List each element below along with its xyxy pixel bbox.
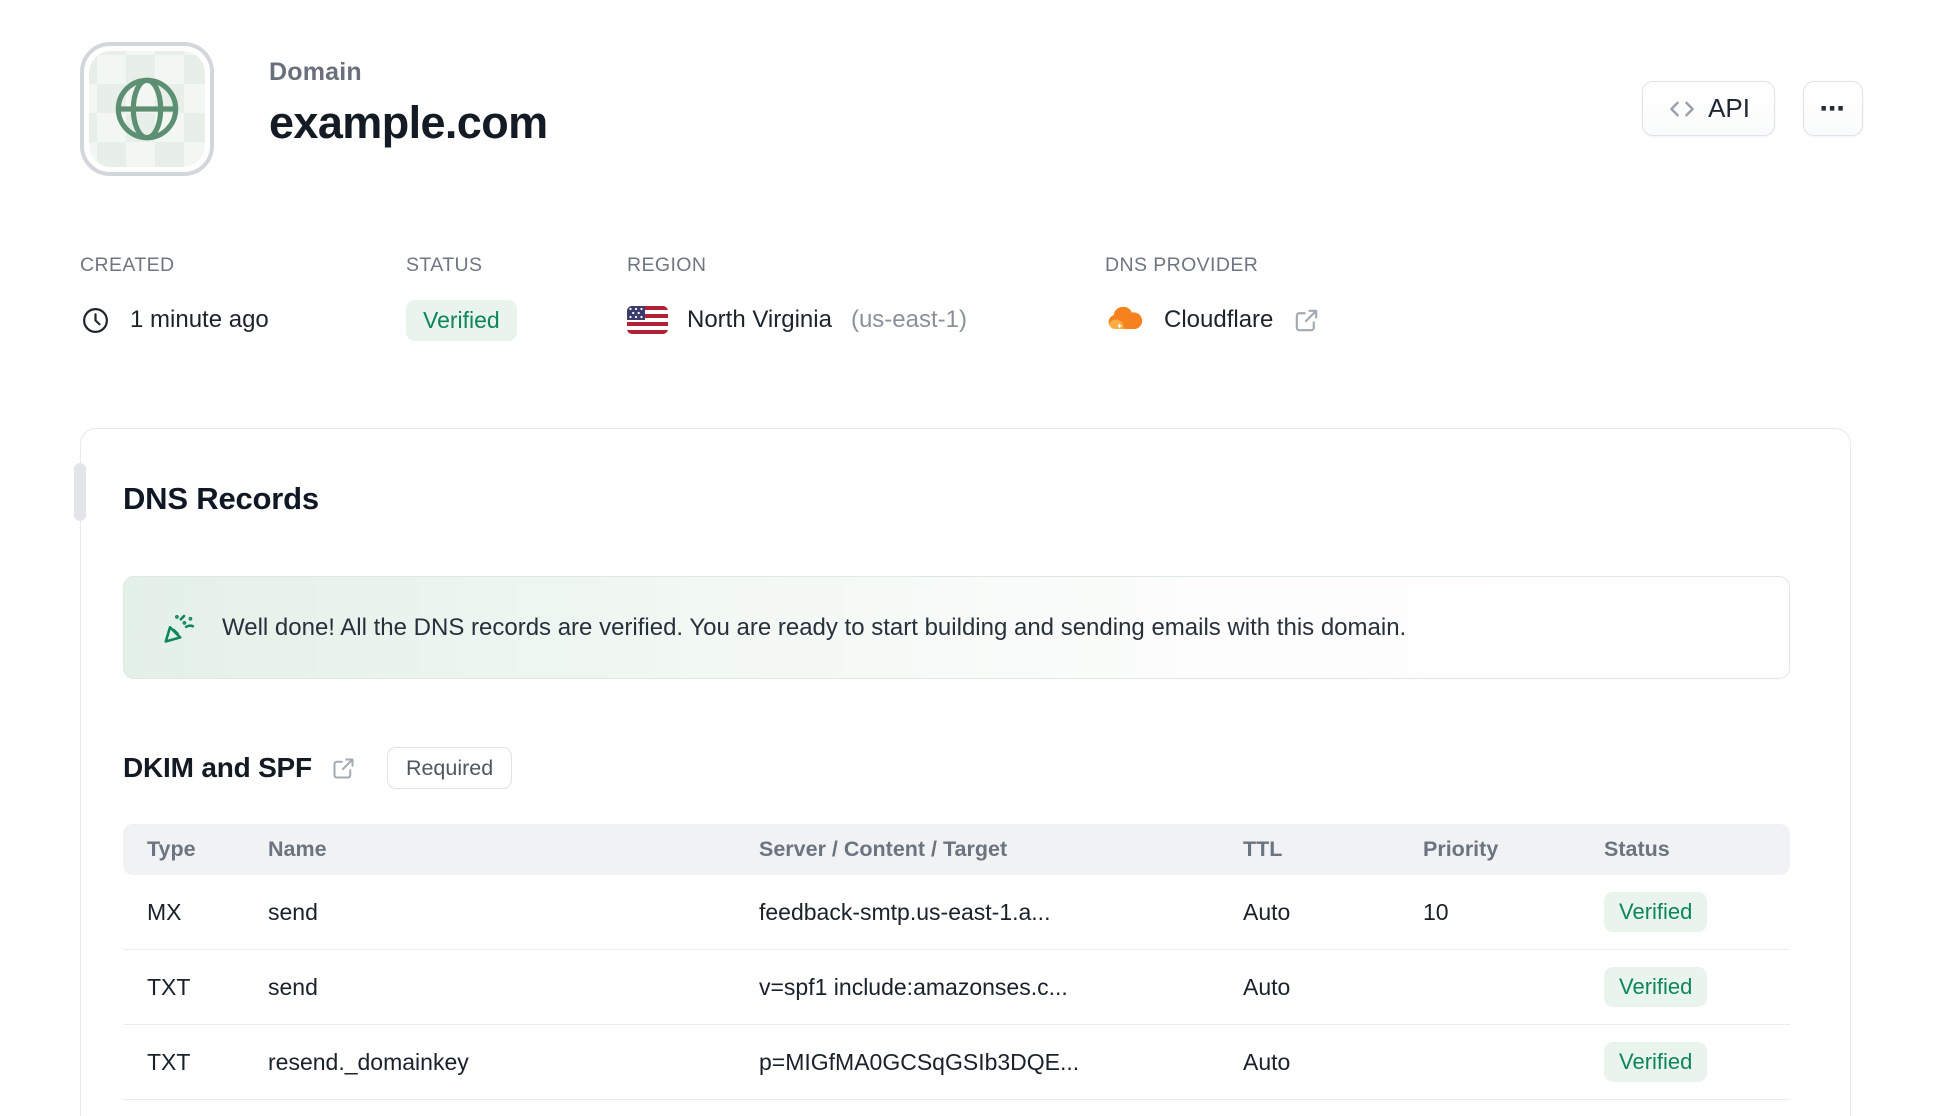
required-badge: Required (386, 747, 513, 789)
region-name: North Virginia (687, 306, 832, 333)
dns-provider-label: DNS PROVIDER (1105, 254, 1259, 276)
meta-created: CREATED 1 minute ago (80, 254, 269, 342)
cell-content: p=MIGfMA0GCSqGSIb3DQE... (759, 1048, 1080, 1075)
domain-avatar-pattern (89, 51, 205, 167)
section-accent-pill (74, 463, 86, 521)
more-button[interactable]: ⋯ (1803, 81, 1863, 136)
col-name: Name (268, 837, 327, 861)
code-icon (1670, 101, 1694, 116)
success-banner-text: Well done! All the DNS records are verif… (222, 613, 1407, 641)
created-label: CREATED (80, 254, 175, 276)
meta-region: REGION North Virginia (us-east-1) (627, 254, 967, 342)
col-content: Server / Content / Target (759, 837, 1008, 861)
cell-name: send (268, 973, 318, 1000)
dns-provider-value: Cloudflare (1164, 306, 1274, 333)
api-button-label: API (1708, 93, 1750, 123)
col-status: Status (1604, 837, 1670, 861)
external-link-icon[interactable] (1292, 306, 1321, 335)
cell-type: TXT (147, 1048, 191, 1075)
cell-name: resend._domainkey (268, 1048, 469, 1075)
cell-ttl: Auto (1243, 898, 1291, 925)
table-header-row: Type Name Server / Content / Target TTL … (123, 824, 1790, 875)
row-status-badge: Verified (1604, 892, 1708, 932)
region-label: REGION (627, 254, 707, 276)
dkim-spf-section-header: DKIM and SPF Required (123, 747, 513, 789)
header-actions: API ⋯ (1642, 81, 1863, 136)
clock-icon (83, 307, 108, 333)
cell-content: feedback-smtp.us-east-1.a... (759, 898, 1051, 925)
created-value: 1 minute ago (130, 306, 269, 333)
cell-ttl: Auto (1243, 973, 1291, 1000)
meta-dns-provider: DNS PROVIDER Cloudflare (1105, 254, 1321, 342)
cell-name: send (268, 898, 318, 925)
us-flag-icon (627, 306, 668, 334)
cloudflare-icon (1108, 307, 1143, 330)
cell-ttl: Auto (1243, 1048, 1291, 1075)
globe-icon (115, 77, 179, 141)
dkim-spf-title: DKIM and SPF (123, 752, 312, 783)
dns-records-title: DNS Records (123, 481, 319, 516)
col-type: Type (147, 837, 196, 861)
status-label: STATUS (406, 254, 483, 276)
dns-records-card: DNS Records Well done! All the DNS recor… (80, 428, 1851, 1116)
cell-type: MX (147, 898, 182, 925)
success-banner: Well done! All the DNS records are verif… (123, 576, 1790, 679)
domain-detail-page: Domain example.com API ⋯ CREATED 1 minut… (0, 0, 1944, 1116)
col-priority: Priority (1423, 837, 1499, 861)
row-status-badge: Verified (1604, 967, 1708, 1007)
cell-content: v=spf1 include:amazonses.c... (759, 973, 1068, 1000)
page-title: example.com (269, 97, 548, 148)
table-row: TXT resend._domainkey p=MIGfMA0GCSqGSIb3… (123, 1025, 1790, 1100)
region-code: (us-east-1) (850, 306, 967, 333)
page-title-block: Domain example.com (269, 58, 548, 149)
cell-priority: 10 (1423, 898, 1449, 925)
cell-type: TXT (147, 973, 191, 1000)
party-popper-icon (161, 610, 197, 646)
page-kicker: Domain (269, 58, 362, 86)
col-ttl: TTL (1243, 837, 1283, 861)
dns-records-table: Type Name Server / Content / Target TTL … (123, 824, 1790, 1100)
domain-avatar (80, 42, 214, 176)
ellipsis-icon: ⋯ (1819, 94, 1847, 123)
table-row: MX send feedback-smtp.us-east-1.a... Aut… (123, 875, 1790, 950)
dkim-external-link-icon[interactable] (330, 755, 357, 782)
row-status-badge: Verified (1604, 1042, 1708, 1082)
table-row: TXT send v=spf1 include:amazonses.c... A… (123, 950, 1790, 1025)
api-button[interactable]: API (1642, 81, 1775, 136)
meta-status: STATUS Verified (406, 254, 517, 342)
status-badge: Verified (406, 299, 517, 341)
